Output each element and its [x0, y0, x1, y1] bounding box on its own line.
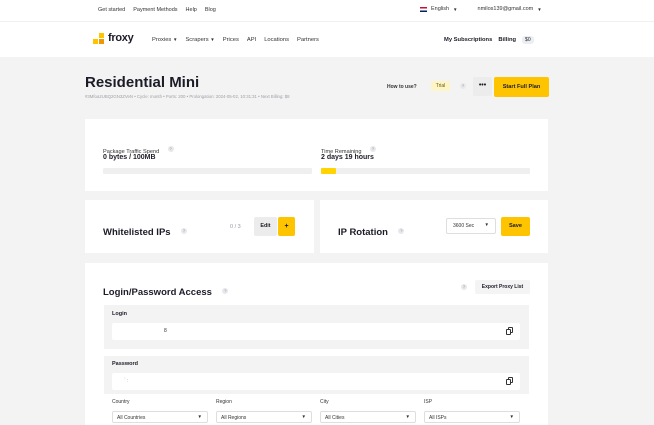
- traffic-value: 0 bytes / 100MB: [103, 154, 156, 161]
- edit-whitelist-button[interactable]: Edit: [254, 217, 277, 236]
- trial-badge: Trial: [431, 81, 450, 91]
- start-full-plan-button[interactable]: Start Full Plan: [494, 77, 549, 97]
- chevron-down-icon: ▼: [405, 414, 410, 419]
- account-email[interactable]: nmilos139@gmail.com: [478, 6, 534, 12]
- password-value: ` :: [124, 378, 129, 384]
- nav-right: My Subscriptions Billing $0: [444, 36, 534, 44]
- login-field-group: Login 8: [104, 305, 529, 349]
- export-proxy-list-button[interactable]: Export Proxy List: [475, 280, 530, 294]
- chevron-down-icon: ▼: [197, 414, 202, 419]
- main-nav: froxy Proxies ▼ Scrapers ▼ Prices API Lo…: [0, 21, 654, 57]
- time-progress-fill: [321, 168, 336, 174]
- rotation-title-row: IP Rotation ?: [338, 222, 405, 240]
- access-title-row: Login/Password Access ?: [103, 282, 229, 300]
- language-selector[interactable]: English: [431, 6, 449, 12]
- access-title: Login/Password Access: [103, 287, 212, 298]
- chevron-down-icon: ▼: [301, 414, 306, 419]
- region-select[interactable]: All Regions ▼: [216, 411, 312, 423]
- copy-icon[interactable]: [506, 327, 514, 335]
- top-link-payment-methods[interactable]: Payment Methods: [133, 7, 177, 13]
- region-label: Region: [216, 399, 232, 405]
- isp-select[interactable]: All ISPs ▼: [424, 411, 520, 423]
- chevron-down-icon: ▼: [509, 414, 514, 419]
- traffic-progress-bar: [103, 168, 312, 174]
- billing-link[interactable]: Billing: [498, 37, 516, 43]
- nav-item-scrapers[interactable]: Scrapers ▼: [185, 37, 214, 43]
- nav-item-api[interactable]: API: [247, 37, 256, 43]
- city-value: All Cities: [325, 415, 345, 421]
- whitelist-title: Whitelisted IPs: [103, 227, 171, 238]
- chevron-down-icon[interactable]: ▼: [537, 7, 541, 12]
- uk-flag-icon: [420, 6, 427, 12]
- login-input[interactable]: 8: [112, 323, 520, 340]
- help-icon[interactable]: ?: [398, 227, 405, 234]
- froxy-logo[interactable]: froxy: [93, 32, 134, 44]
- country-value: All Countries: [117, 415, 146, 421]
- time-remaining-value: 2 days 19 hours: [321, 154, 374, 161]
- subscription-meta: #3Mfoa2UBQ2GN3ZVeN • Cycle: month • Port…: [85, 94, 290, 99]
- whitelist-title-row: Whitelisted IPs ?: [103, 222, 188, 240]
- help-icon[interactable]: ?: [461, 284, 467, 290]
- copy-icon[interactable]: [506, 377, 514, 385]
- login-value: 8: [164, 328, 167, 334]
- nav-item-partners[interactable]: Partners: [297, 37, 319, 43]
- save-rotation-button[interactable]: Save: [501, 217, 530, 236]
- city-select[interactable]: All Cities ▼: [320, 411, 416, 423]
- time-progress-bar: [321, 168, 530, 174]
- top-right: English ▼ nmilos139@gmail.com ▼: [420, 6, 542, 12]
- nav-links: Proxies ▼ Scrapers ▼ Prices API Location…: [152, 37, 319, 43]
- help-icon[interactable]: ?: [369, 145, 376, 152]
- isp-value: All ISPs: [429, 415, 447, 421]
- my-subscriptions-link[interactable]: My Subscriptions: [444, 37, 492, 43]
- country-label: Country: [112, 399, 130, 405]
- top-link-help[interactable]: Help: [186, 7, 197, 13]
- password-label: Password: [112, 361, 138, 367]
- top-bar: Get started Payment Methods Help Blog En…: [0, 0, 654, 21]
- help-icon[interactable]: ?: [167, 145, 174, 152]
- more-options-button[interactable]: •••: [473, 77, 492, 96]
- nav-item-proxies[interactable]: Proxies ▼: [152, 37, 177, 43]
- help-icon[interactable]: ?: [181, 227, 188, 234]
- login-label: Login: [112, 311, 127, 317]
- chevron-down-icon[interactable]: ▼: [453, 7, 457, 12]
- ip-rotation-title: IP Rotation: [338, 227, 388, 238]
- page-title: Residential Mini: [85, 74, 200, 91]
- help-icon[interactable]: ?: [222, 287, 229, 294]
- chevron-down-icon: ▼: [484, 222, 489, 227]
- rotation-interval-value: 3600 Sec: [453, 223, 475, 229]
- billing-balance-badge: $0: [522, 36, 534, 44]
- help-icon[interactable]: ?: [460, 83, 466, 89]
- rotation-interval-select[interactable]: 3600 Sec ▼: [446, 218, 496, 234]
- top-links: Get started Payment Methods Help Blog: [98, 7, 216, 13]
- region-value: All Regions: [221, 415, 247, 421]
- city-label: City: [320, 399, 329, 405]
- logo-text: froxy: [108, 32, 134, 44]
- add-ip-button[interactable]: +: [278, 217, 295, 236]
- country-select[interactable]: All Countries ▼: [112, 411, 208, 423]
- logo-mark-icon: [93, 32, 104, 44]
- whitelist-count: 0 / 3: [230, 224, 241, 230]
- nav-item-locations[interactable]: Locations: [264, 37, 289, 43]
- nav-item-prices[interactable]: Prices: [223, 37, 239, 43]
- how-to-use-link[interactable]: How to use?: [387, 84, 417, 90]
- top-link-get-started[interactable]: Get started: [98, 7, 125, 13]
- password-input[interactable]: ` :: [112, 373, 520, 390]
- isp-label: ISP: [424, 399, 433, 405]
- chevron-down-icon: ▼: [210, 37, 215, 42]
- top-link-blog[interactable]: Blog: [205, 7, 216, 13]
- chevron-down-icon: ▼: [172, 37, 178, 42]
- password-field-group: Password ` :: [104, 356, 529, 394]
